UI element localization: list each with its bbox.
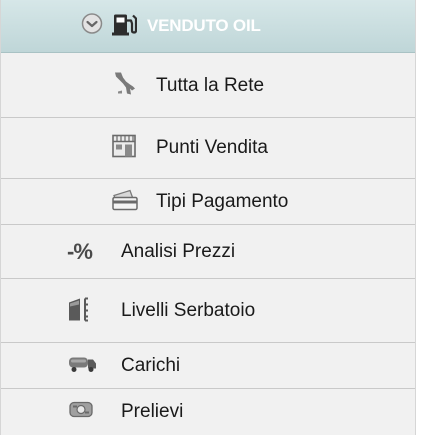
menu-item-label: Tutta la Rete xyxy=(156,74,265,96)
menu-item-punti-vendita[interactable]: Punti Vendita xyxy=(1,118,415,179)
menu-item-tipi-pagamento[interactable]: Tipi Pagamento xyxy=(1,179,415,225)
italy-map-icon xyxy=(111,69,139,102)
withdrawal-icon xyxy=(67,400,95,425)
menu-item-prelievi[interactable]: Prelievi xyxy=(1,389,415,435)
menu-item-livelli-serbatoio[interactable]: Livelli Serbatoio xyxy=(1,279,415,343)
tanker-truck-icon xyxy=(67,353,97,378)
menu-item-analisi-prezzi[interactable]: -% Analisi Prezzi xyxy=(1,225,415,279)
chevron-circle-down-icon[interactable] xyxy=(81,13,103,40)
menu-item-tutta-la-rete[interactable]: Tutta la Rete xyxy=(1,54,415,118)
menu-item-label: Carichi xyxy=(121,354,181,376)
store-front-icon xyxy=(111,133,137,164)
fuel-pump-icon xyxy=(111,11,138,42)
menu-item-label: Punti Vendita xyxy=(156,137,268,158)
menu-item-label: Tipi Pagamento xyxy=(156,190,289,212)
menu-item-carichi[interactable]: Carichi xyxy=(1,343,415,389)
percent-minus-icon: -% xyxy=(67,238,93,264)
tank-level-icon xyxy=(67,294,93,327)
menu-header-venduto-oil[interactable]: VENDUTO OIL xyxy=(1,0,415,53)
menu-item-label: Livelli Serbatoio xyxy=(121,299,256,321)
credit-card-icon xyxy=(111,187,139,216)
sidebar-menu: VENDUTO OIL Tutta la Rete Punti Vendita xyxy=(0,0,416,435)
menu-item-label: Analisi Prezzi xyxy=(121,240,236,262)
menu-item-label: Prelievi xyxy=(121,401,184,422)
menu-header-label: VENDUTO OIL xyxy=(147,16,261,35)
